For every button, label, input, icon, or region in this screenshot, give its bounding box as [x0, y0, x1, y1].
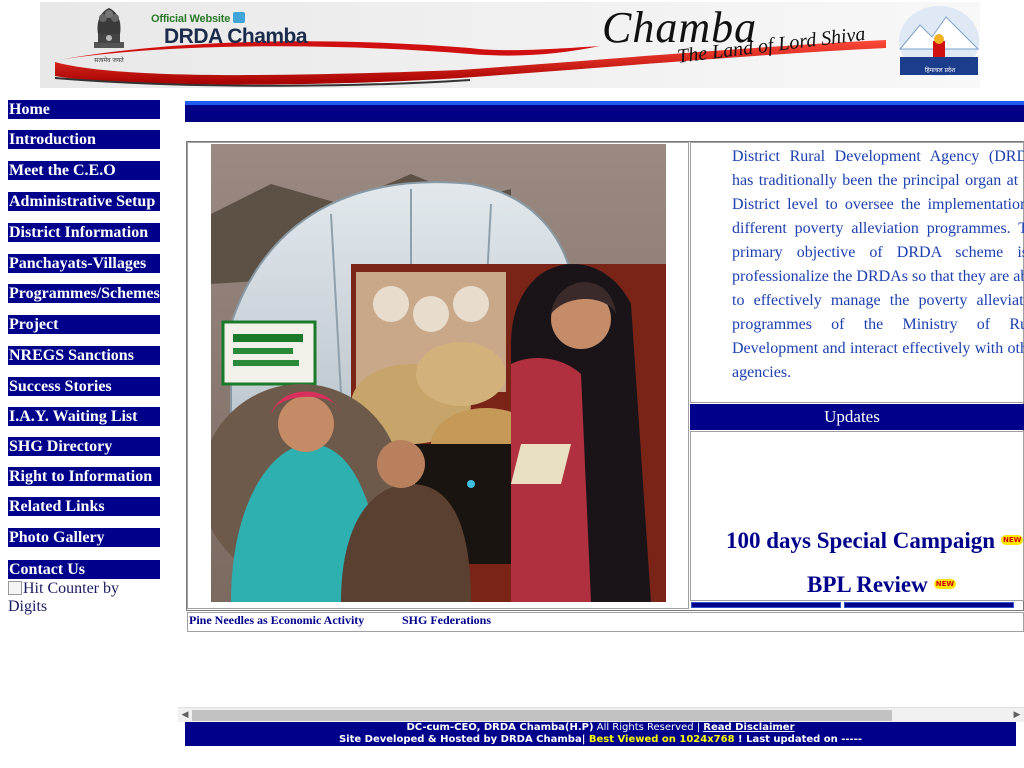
- nav-item-success-stories[interactable]: Success Stories: [8, 377, 160, 396]
- scroll-thumb[interactable]: [192, 710, 892, 721]
- nav-item-project[interactable]: Project: [8, 315, 160, 334]
- update-link-bpl-review[interactable]: BPL Review NEW: [807, 572, 957, 598]
- official-website-label: Official Website: [151, 12, 245, 25]
- footer-line-1: DC-cum-CEO, DRDA Chamba(H.P) All Rights …: [185, 722, 1016, 734]
- site-title: DRDA Chamba: [164, 25, 308, 48]
- hp-caption: हिमाचल प्रदेश: [924, 67, 956, 74]
- nav-item-related-links[interactable]: Related Links: [8, 497, 160, 516]
- nav-item-administrative-setup[interactable]: Administrative Setup: [8, 192, 160, 211]
- intro-line: primary objective of DRDA scheme is: [732, 244, 1024, 261]
- nav-item-district-information[interactable]: District Information: [8, 223, 160, 242]
- emblem-caption: सत्यमेव जयते: [94, 57, 124, 64]
- nav-item-home[interactable]: Home: [8, 100, 160, 119]
- intro-line: professionalize the DRDAs so that they a…: [732, 268, 1024, 285]
- nav-item-nregs-sanctions[interactable]: NREGS Sanctions: [8, 346, 160, 365]
- footer-hosted: Site Developed & Hosted by DRDA Chamba: [338, 734, 582, 745]
- nav-item-introduction[interactable]: Introduction: [8, 130, 160, 149]
- intro-line: District level to oversee the implementa…: [732, 196, 1024, 213]
- header-banner: सत्यमेव जयते Official Website DRDA Chamb…: [0, 0, 1024, 92]
- intro-line: Development and interact effectively wit…: [732, 340, 1024, 357]
- broken-image-icon: [8, 581, 22, 595]
- nav-item-meet-the-c-e-o[interactable]: Meet the C.E.O: [8, 161, 160, 180]
- intro-line: different poverty alleviation programmes…: [732, 220, 1024, 237]
- intro-line: programmes of the Ministry of Ru: [732, 316, 1024, 333]
- content-top-bar: [185, 101, 1024, 122]
- footer-rights: All Rights Reserved |: [593, 722, 704, 733]
- intro-paragraph: District Rural Development Agency (DRD ha…: [732, 145, 1024, 385]
- intro-line: has traditionally been the principal org…: [732, 172, 1024, 189]
- nav-item-panchayats-villages[interactable]: Panchayats-Villages: [8, 254, 160, 273]
- best-viewed-note: Best Viewed on 1024x768: [588, 734, 735, 745]
- globe-icon: [232, 12, 245, 23]
- hit-counter: Hit Counter by Digits: [8, 580, 160, 616]
- nav-item-right-to-information[interactable]: Right to Information: [8, 467, 160, 486]
- nav-item-shg-directory[interactable]: SHG Directory: [8, 437, 160, 456]
- nav-item-programmes-schemes[interactable]: Programmes/Schemes: [8, 284, 160, 303]
- nav-item-contact-us[interactable]: Contact Us: [8, 560, 160, 579]
- mini-bar-right: [844, 602, 1014, 608]
- last-updated: ! Last updated on -----: [734, 734, 863, 745]
- intro-line: to effectively manage the poverty allevi…: [732, 292, 1024, 309]
- new-badge-icon: NEW: [933, 579, 957, 589]
- disclaimer-link[interactable]: Read Disclaimer: [703, 722, 794, 733]
- nav-item-photo-gallery[interactable]: Photo Gallery: [8, 528, 160, 547]
- footer: DC-cum-CEO, DRDA Chamba(H.P) All Rights …: [185, 722, 1016, 746]
- scroll-left-arrow-icon[interactable]: ◀: [178, 708, 192, 723]
- intro-line: agencies.: [732, 364, 792, 381]
- footer-separator: |: [581, 734, 589, 745]
- scroll-right-arrow-icon[interactable]: ▶: [1010, 708, 1024, 723]
- update-link-campaign[interactable]: 100 days Special Campaign NEW: [726, 528, 1024, 554]
- nav-item-i-a-y-waiting-list[interactable]: I.A.Y. Waiting List: [8, 407, 160, 426]
- footer-line-2: Site Developed & Hosted by DRDA Chamba| …: [185, 734, 1016, 746]
- link-shg-federations[interactable]: SHG Federations: [402, 613, 491, 628]
- updates-heading: Updates: [690, 404, 1024, 430]
- hit-counter-alt: Hit Counter by Digits: [8, 580, 119, 615]
- featured-photo: [211, 144, 666, 602]
- horizontal-scrollbar[interactable]: ◀ ▶: [178, 707, 1024, 722]
- link-pine-needles[interactable]: Pine Needles as Economic Activity: [189, 613, 364, 628]
- mini-bar-left: [691, 602, 841, 608]
- intro-line: District Rural Development Agency (DRD: [732, 148, 1024, 165]
- footer-owner: DC-cum-CEO, DRDA Chamba(H.P): [406, 722, 594, 733]
- new-badge-icon: NEW: [1001, 535, 1024, 545]
